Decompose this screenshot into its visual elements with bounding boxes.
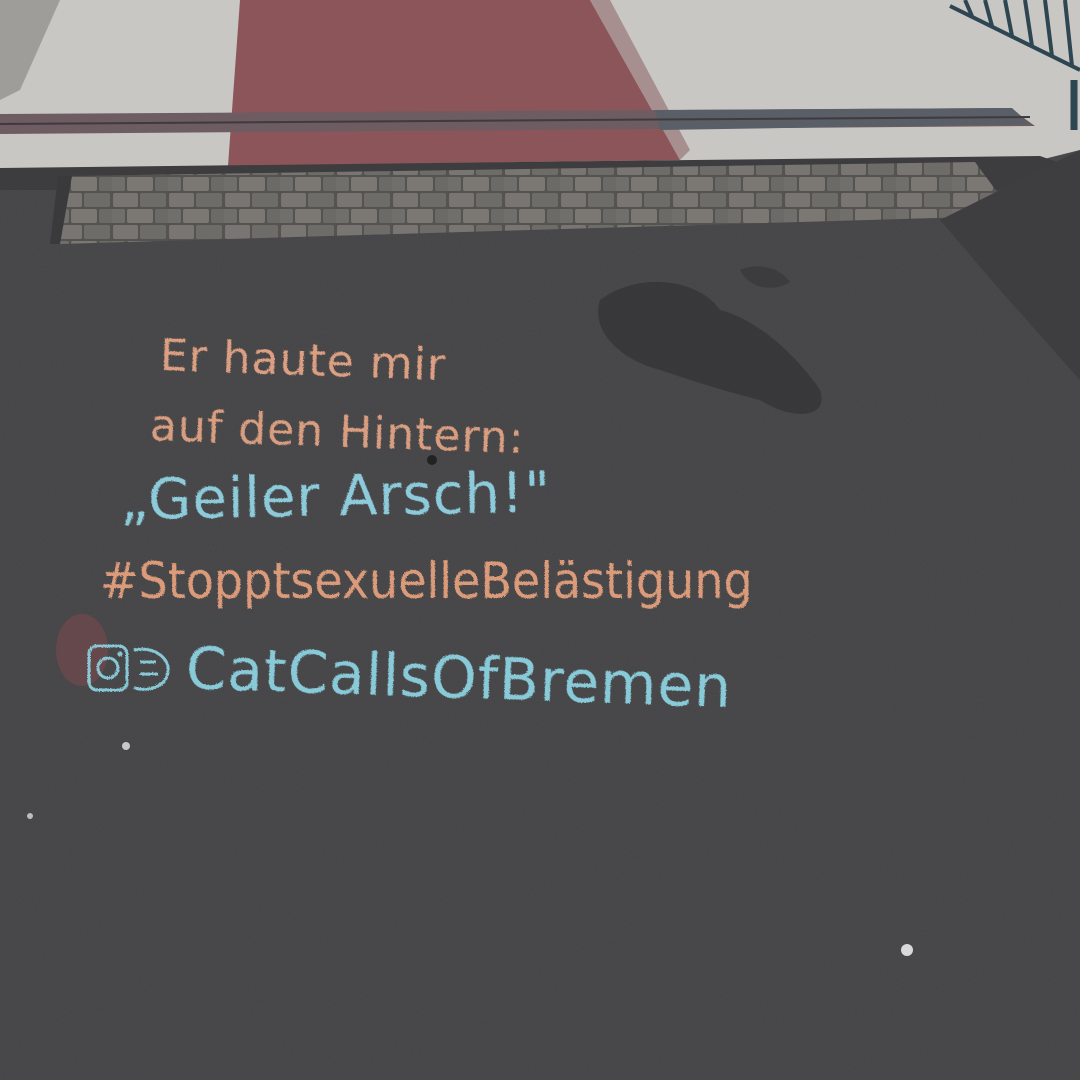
chalk-line-1: Er haute mir: [159, 330, 447, 391]
instagram-icon: [87, 644, 170, 692]
street-scene: Er haute mir auf den Hintern: „Geiler Ar…: [0, 0, 1080, 1080]
street-background: [0, 0, 1080, 1080]
chalk-hashtag: #StopptsexuelleBelästigung: [100, 552, 753, 610]
chalk-quote: „Geiler Arsch!": [119, 460, 552, 533]
